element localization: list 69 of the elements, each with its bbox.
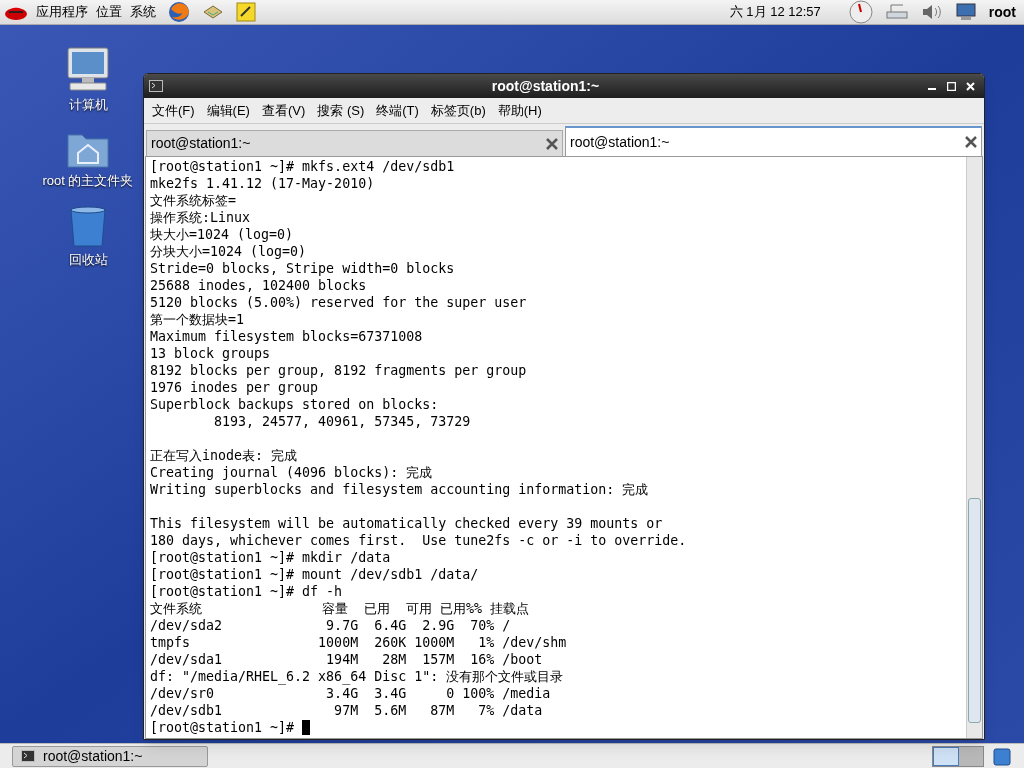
tab-label: root@station1:~ <box>570 132 671 152</box>
terminal-line: 8193, 24577, 40961, 57345, 73729 <box>213 413 472 430</box>
panel-menu[interactable]: 应用程序 <box>36 2 88 22</box>
text-cursor <box>302 720 311 735</box>
trash-icon[interactable] <box>67 204 109 248</box>
terminal-line: 分块大小=1024 (log=0) <box>150 243 308 260</box>
monitor-icon[interactable] <box>954 2 977 22</box>
terminal-line: [root@station1 ~]# mkdir /data <box>150 549 392 566</box>
menu-item[interactable]: 标签页(b) <box>430 100 486 121</box>
terminal-line: /dev/sr0 3.4G 3.4G 0 100% /media <box>150 685 552 702</box>
terminal-line: Creating journal (4096 blocks): 完成 <box>150 464 434 481</box>
globe-icon[interactable] <box>168 1 190 23</box>
terminal-line: Maximum filesystem blocks=67371008 <box>150 328 424 345</box>
terminal-line: This filesystem will be automatically checked every 39 mounts or <box>150 515 664 532</box>
desktop-icon-label[interactable]: root 的主文件夹 <box>42 170 134 190</box>
terminal-line: df: "/media/RHEL_6.2 x86_64 Disc 1": 没有那个文件或目录 <box>150 668 565 685</box>
panel-menu[interactable]: 系统 <box>130 2 156 22</box>
terminal-tab[interactable]: root@station1:~ <box>146 130 563 156</box>
terminal-icon <box>21 750 35 762</box>
menu-item[interactable]: 文件(F) <box>152 100 195 121</box>
terminal-line: /dev/sda2 9.7G 6.4G 2.9G 70% / <box>150 617 512 634</box>
terminal-line: 8192 blocks per group, 8192 fragments per group <box>150 362 528 379</box>
terminal-line: 1976 inodes per group <box>150 379 320 396</box>
terminal-line: /dev/sdb1 97M 5.6M 87M 7% /data <box>150 702 544 719</box>
menu-item[interactable]: 搜索 (S) <box>317 100 365 121</box>
terminal-line: 正在写入inode表: 完成 <box>150 447 299 464</box>
terminal-line: [root@station1 ~]# mkfs.ext4 /dev/sdb1 <box>150 158 456 175</box>
terminal-tab[interactable]: root@station1:~ <box>565 126 982 156</box>
terminal-line: [root@station1 ~]# mount /dev/sdb1 /data/ <box>150 566 480 583</box>
clock[interactable]: 六 1月 12 12:57 <box>729 2 821 22</box>
terminal-line: 5120 blocks (5.00%) reserved for the super user <box>150 294 528 311</box>
terminal-line: [root@station1 ~]# df -h <box>150 583 344 600</box>
close-icon[interactable] <box>965 136 977 148</box>
taskbar-button[interactable]: root@station1:~ <box>12 745 208 767</box>
terminal-line: mke2fs 1.41.12 (17-May-2010) <box>150 175 376 192</box>
panel-menu[interactable]: 位置 <box>96 2 122 22</box>
menu-item[interactable]: 查看(V) <box>261 100 306 121</box>
desktop-icon-label[interactable]: 回收站 <box>68 250 108 270</box>
terminal-line: 块大小=1024 (log=0) <box>150 226 295 243</box>
trash-icon[interactable] <box>992 746 1012 766</box>
computer-icon[interactable] <box>64 45 112 93</box>
user-name[interactable]: root <box>988 1 1016 23</box>
terminal-line: tmpfs 1000M 260K 1000M 1% /dev/shm <box>150 634 568 651</box>
notepad-icon[interactable] <box>236 2 256 22</box>
terminal-line: 第一个数据块=1 <box>150 311 245 328</box>
scrollbar[interactable] <box>966 157 982 738</box>
menu-item[interactable]: 帮助(H) <box>497 100 542 121</box>
terminal-icon <box>149 80 163 92</box>
menu-item[interactable]: 终端(T) <box>376 100 419 121</box>
terminal-line: Stride=0 blocks, Stripe width=0 blocks <box>150 260 456 277</box>
terminal-line: 文件系统标签= <box>150 192 237 209</box>
workspace-switcher[interactable] <box>932 745 984 767</box>
tab-label: root@station1:~ <box>151 134 252 153</box>
terminal-line: 25688 inodes, 102400 blocks <box>150 277 368 294</box>
gauge-icon[interactable] <box>848 0 873 24</box>
terminal-line: Writing superblocks and filesystem accounting information: 完成 <box>150 481 650 498</box>
terminal-line: 操作系统:Linux <box>150 209 252 226</box>
terminal-line: 180 days, whichever comes first. Use tune2fs -c or -i to override. <box>150 532 688 549</box>
terminal-line: /dev/sda1 194M 28M 157M 16% /boot <box>150 651 544 668</box>
terminal-line: 13 block groups <box>150 345 272 362</box>
terminal-prompt: [root@station1 ~]# <box>150 719 296 736</box>
desktop-icon-label[interactable]: 计算机 <box>68 95 108 115</box>
window-title: root@station1:~ <box>490 76 601 96</box>
maximize-icon[interactable] <box>947 81 956 91</box>
terminal-line: 文件系统 容量 已用 可用 已用%% 挂载点 <box>150 600 531 617</box>
terminal-line: Superblock backups stored on blocks: <box>150 396 440 413</box>
scrollbar-thumb[interactable] <box>968 498 981 723</box>
volume-icon[interactable] <box>920 2 943 22</box>
menu-item[interactable]: 编辑(E) <box>206 100 250 121</box>
